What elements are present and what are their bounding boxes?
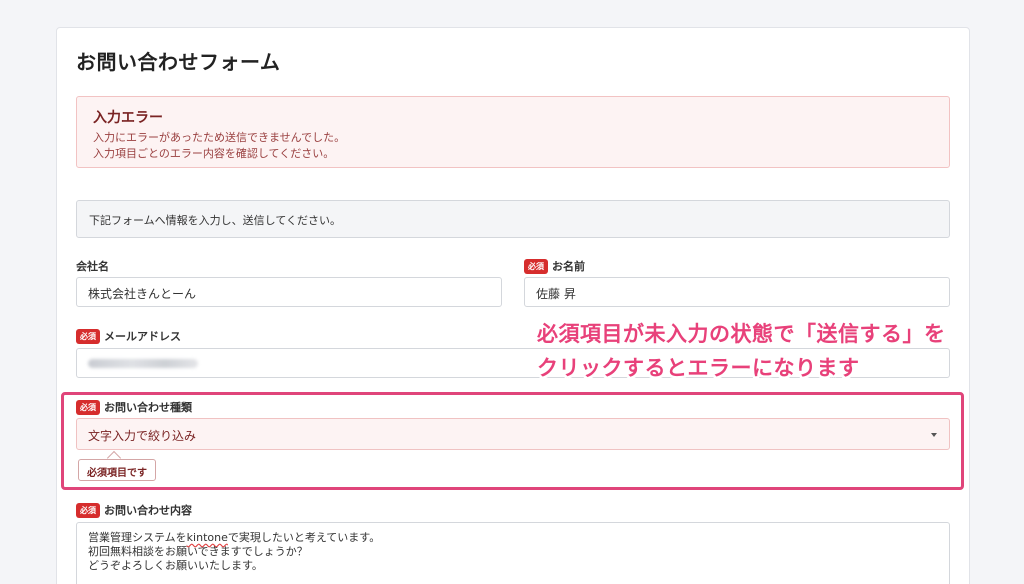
instruction-box: 下記フォームへ情報を入力し、送信してください。 [76,200,950,238]
company-label: 会社名 [76,258,109,274]
page-title: お問い合わせフォーム [76,50,281,74]
textarea-line-2: 初回無料相談をお願いできますでしょうか？ [88,545,308,558]
company-input[interactable]: 株式会社きんとーん [76,277,502,307]
textarea-line-1: 営業管理システムをkintoneで実現したいと考えています。 [88,531,938,545]
inquiry-type-label-text: お問い合わせ種類 [104,401,192,414]
required-badge: 必須 [76,399,100,415]
error-alert: 入力エラー 入力にエラーがあったため送信できませんでした。 入力項目ごとのエラー… [76,96,950,168]
blurred-email-value [88,359,198,368]
error-alert-title: 入力エラー [93,110,163,126]
email-label-text: メールアドレス [104,330,181,343]
required-badge: 必須 [524,258,548,274]
email-label: 必須 メールアドレス [76,328,181,344]
inquiry-content-label-text: お問い合わせ内容 [104,504,192,517]
company-label-text: 会社名 [76,260,109,273]
name-label: 必須 お名前 [524,258,585,274]
inquiry-content-textarea[interactable]: 営業管理システムをkintoneで実現したいと考えています。 初回無料相談をお願… [76,522,950,584]
textarea-line-1-post: で実現したいと考えています。 [227,531,381,544]
inquiry-type-select[interactable]: 文字入力で絞り込み [76,418,950,450]
textarea-line-1-pre: 営業管理システムを [88,531,187,544]
chevron-down-icon[interactable] [931,433,937,437]
error-alert-message-1: 入力にエラーがあったため送信できませんでした。 [93,131,346,144]
spellcheck-word: kintone [186,531,228,544]
inquiry-content-label: 必須 お問い合わせ内容 [76,502,192,518]
annotation-text-line-1: 必須項目が未入力の状態で「送信する」を [537,322,946,346]
required-badge: 必須 [76,502,100,518]
inquiry-type-placeholder: 文字入力で絞り込み [88,429,197,443]
textarea-line-3: どうぞよろしくお願いいたします。 [88,559,263,572]
error-tooltip: 必須項目です [78,459,156,481]
name-input[interactable]: 佐藤 昇 [524,277,950,307]
annotation-text-line-2: クリックするとエラーになります [537,356,860,380]
name-label-text: お名前 [552,260,585,273]
required-badge: 必須 [76,328,100,344]
error-alert-message-2: 入力項目ごとのエラー内容を確認してください。 [93,147,335,160]
inquiry-type-label: 必須 お問い合わせ種類 [76,399,192,415]
